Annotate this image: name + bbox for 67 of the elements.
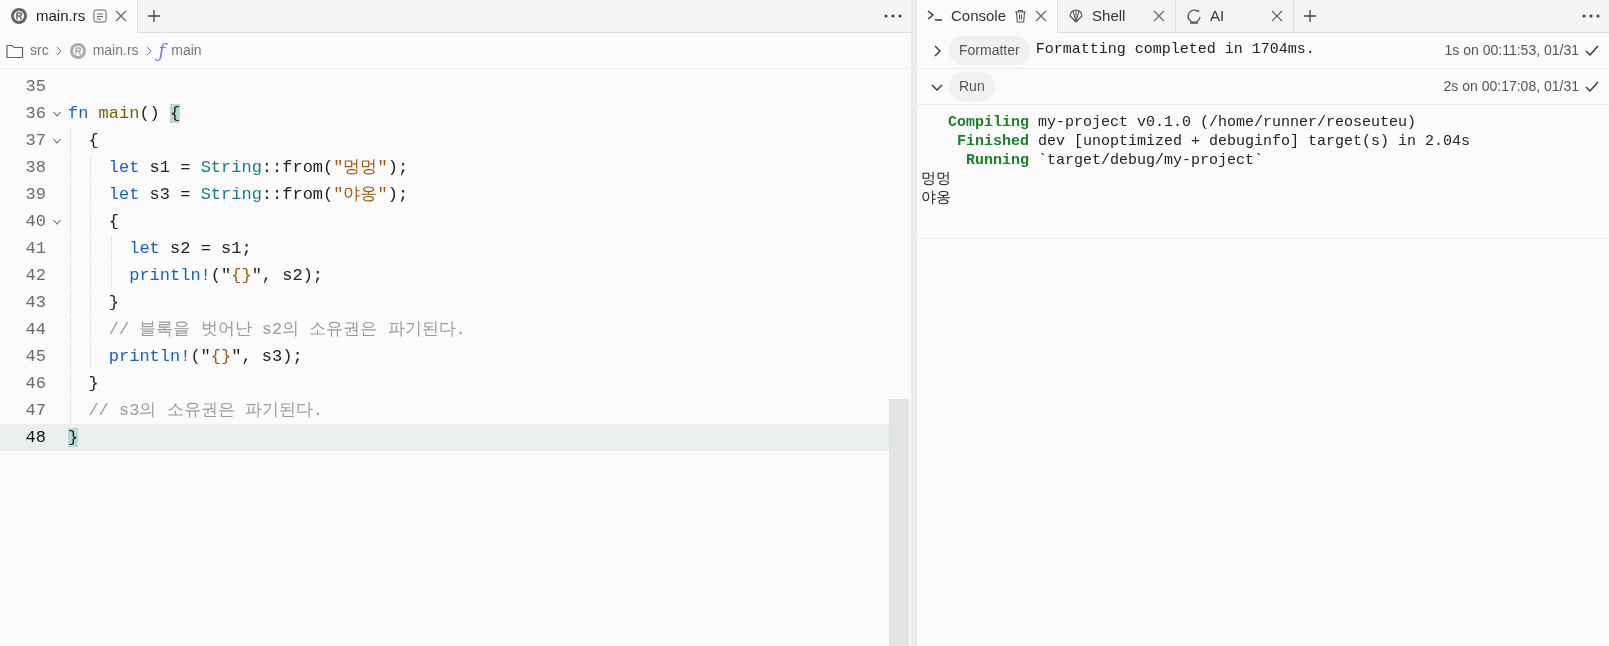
output-line: 야옹: [921, 189, 952, 208]
log-badge: Run: [949, 72, 995, 101]
more-icon[interactable]: [884, 14, 902, 18]
output-line: Finished dev [unoptimized + debuginfo] target(s) in 2.04s: [956, 132, 1472, 151]
breadcrumb-item[interactable]: main.rs: [92, 40, 139, 61]
folder-icon: [6, 42, 24, 59]
code-line: let s1 = String::from("멍멍");: [107, 157, 409, 177]
output-line: Compiling my-project v0.1.0 (/home/runner/reoseuteu): [947, 113, 1418, 132]
tool-tab[interactable]: Shell: [1058, 0, 1177, 32]
fold-caret-icon[interactable]: [52, 109, 62, 118]
plus-icon[interactable]: [147, 9, 162, 23]
tool-tab[interactable]: AI: [1176, 0, 1295, 32]
code-line: println!("{}", s3);: [107, 346, 303, 366]
chevron-right-icon: [54, 45, 63, 56]
log-message: Formatting completed in 1704ms.: [1035, 40, 1315, 61]
line-number: 46: [24, 372, 46, 395]
log-time: 1s on 00:11:53, 01/31: [1444, 41, 1579, 60]
fold-caret-icon[interactable]: [52, 217, 62, 226]
code-line: // s3의 소유권은 파기된다.: [87, 400, 324, 420]
line-number: 42: [24, 264, 46, 287]
line-number: 39: [24, 183, 46, 206]
output-line: Running `target/debug/my-project`: [965, 151, 1265, 170]
chevron-right-icon: [144, 45, 153, 56]
rust-icon: [68, 41, 87, 60]
line-number: 43: [24, 291, 46, 314]
plus-icon[interactable]: [1303, 9, 1318, 23]
code-line: }: [107, 292, 119, 312]
code-line: // 블록을 벗어난 s2의 소유권은 파기된다.: [107, 319, 466, 339]
line-number: 37: [24, 129, 46, 152]
close-icon[interactable]: [1271, 10, 1284, 22]
shell-icon: [1068, 8, 1085, 24]
breadcrumb-item[interactable]: src: [30, 40, 49, 61]
close-icon[interactable]: [1153, 10, 1166, 22]
line-number: 44: [24, 318, 46, 341]
trash-icon[interactable]: [1014, 9, 1028, 23]
line-number: 45: [24, 345, 46, 368]
code-line: fn main() {: [68, 103, 181, 123]
log-badge: Formatter: [949, 36, 1030, 65]
check-icon: [1585, 80, 1599, 93]
line-number: 38: [24, 156, 46, 179]
line-number: 41: [24, 237, 46, 260]
rust-icon: [10, 7, 28, 25]
sparkle-icon: [1186, 8, 1203, 24]
code-line: println!("{}", s2);: [128, 265, 324, 285]
preview-icon[interactable]: [93, 9, 108, 23]
file-tab[interactable]: main.rs: [0, 0, 139, 33]
line-number: 35: [24, 75, 46, 98]
line-number: 48: [24, 426, 46, 449]
line-number: 40: [24, 210, 46, 233]
line-number: 36: [24, 102, 46, 125]
log-time: 2s on 00:17:08, 01/31: [1443, 77, 1579, 96]
close-icon[interactable]: [1035, 10, 1048, 22]
close-icon[interactable]: [115, 10, 128, 22]
code-line: let s3 = String::from("야옹");: [107, 184, 409, 204]
code-line: {: [87, 130, 99, 150]
line-number: 47: [24, 399, 46, 422]
scrollbar[interactable]: [889, 399, 909, 646]
check-icon: [1585, 44, 1599, 57]
code-line: let s2 = s1;: [128, 238, 252, 258]
more-icon[interactable]: [1582, 14, 1600, 18]
fold-caret-icon[interactable]: [52, 136, 62, 145]
tool-tab[interactable]: Console: [917, 0, 1059, 33]
code-line: }: [87, 373, 99, 393]
output-line: 멍멍: [921, 170, 952, 189]
terminal-icon: [927, 8, 943, 24]
breadcrumb-item[interactable]: main: [171, 40, 202, 61]
code-line: {: [107, 211, 119, 231]
